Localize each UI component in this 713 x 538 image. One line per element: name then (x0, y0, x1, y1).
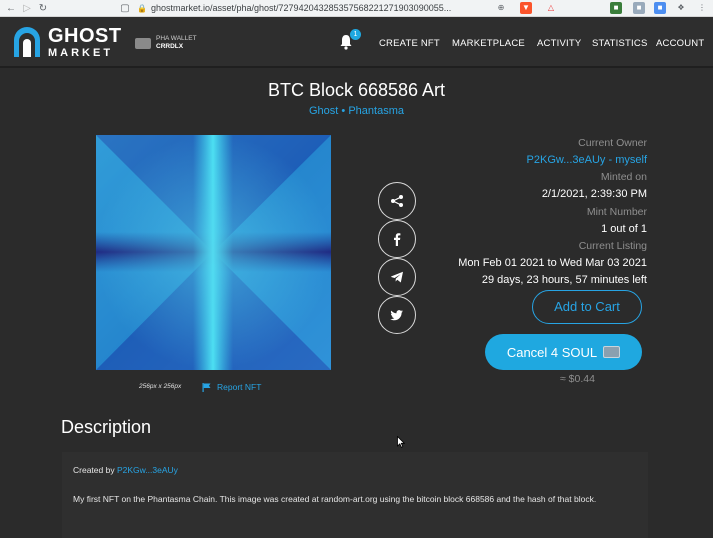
nft-collection-line: Ghost • Phantasma (0, 105, 713, 117)
nft-image[interactable] (96, 135, 331, 370)
nav-statistics[interactable]: STATISTICS (592, 38, 647, 49)
mint-number-label: Mint Number (586, 206, 647, 218)
listing-range: Mon Feb 01 2021 to Wed Mar 03 2021 (458, 257, 647, 269)
add-to-cart-button[interactable]: Add to Cart (532, 290, 642, 324)
notification-badge: 1 (350, 29, 361, 40)
nav-activity[interactable]: ACTIVITY (537, 38, 581, 49)
facebook-icon (394, 233, 401, 246)
description-text: My first NFT on the Phantasma Chain. Thi… (73, 494, 597, 504)
nav-create-nft[interactable]: CREATE NFT (379, 38, 440, 49)
telegram-icon (391, 271, 403, 283)
address-bar[interactable]: 🔒 ghostmarket.io/asset/pha/ghost/7279420… (137, 1, 497, 16)
extension-icon[interactable]: ■ (633, 2, 645, 14)
wallet-icon (135, 37, 151, 49)
wallet-indicator[interactable]: PHA WALLET CRRDLX (135, 35, 197, 51)
owner-address-link[interactable]: P2KGw...3eAUy (527, 154, 606, 166)
bookmark-icon[interactable]: ▢ (117, 3, 133, 14)
back-icon[interactable]: ← (3, 3, 19, 14)
owner-value: P2KGw...3eAUy - myself (527, 154, 647, 166)
usd-estimate: ≈ $0.44 (560, 373, 595, 385)
report-nft-link[interactable]: Report NFT (202, 382, 261, 392)
puzzle-icon[interactable]: ❖ (675, 2, 687, 14)
report-nft-label: Report NFT (217, 382, 262, 392)
description-heading: Description (61, 417, 152, 437)
lock-icon: 🔒 (137, 3, 147, 13)
owner-label: Current Owner (578, 137, 647, 149)
collection-link[interactable]: Ghost (309, 105, 338, 117)
nav-marketplace[interactable]: MARKETPLACE (452, 38, 525, 49)
ghostmarket-logo[interactable]: GHOST MARKET (12, 26, 122, 59)
mint-number-value: 1 out of 1 (601, 223, 647, 235)
zoom-icon[interactable]: ⊕ (495, 2, 507, 14)
telegram-share-button[interactable] (378, 258, 416, 296)
created-by-label: Created by (73, 465, 117, 475)
chain-link[interactable]: Phantasma (348, 105, 404, 117)
mouse-cursor-icon (397, 436, 405, 448)
soul-token-icon (603, 346, 621, 358)
created-by-line: Created by P2KGw...3eAUy (73, 465, 178, 475)
logo-text-ghost: GHOST (48, 25, 122, 47)
extension-icon[interactable]: ■ (610, 2, 622, 14)
minted-label: Minted on (600, 171, 647, 183)
flag-icon (202, 382, 211, 392)
minted-value: 2/1/2021, 2:39:30 PM (541, 188, 647, 200)
wallet-label: PHA WALLET (156, 35, 197, 42)
menu-dots-icon[interactable]: ⋮ (696, 2, 708, 14)
listing-remaining: 29 days, 23 hours, 57 minutes left (481, 274, 647, 286)
brave-shield-icon[interactable]: ▼ (520, 2, 532, 14)
image-size-caption: 256px x 256px (139, 383, 182, 390)
logo-text-market: MARKET (48, 47, 114, 59)
listing-label: Current Listing (578, 240, 647, 252)
extension-icon[interactable]: ■ (654, 2, 666, 14)
creator-link[interactable]: P2KGw...3eAUy (117, 465, 178, 475)
facebook-share-button[interactable] (378, 220, 416, 258)
twitter-icon (390, 310, 403, 321)
share-button[interactable] (378, 182, 416, 220)
owner-self-link[interactable]: myself (615, 154, 647, 166)
wallet-name: CRRDLX (156, 43, 184, 50)
url-text: ghostmarket.io/asset/pha/ghost/727942043… (150, 3, 452, 13)
share-icon (391, 195, 403, 207)
browser-toolbar: ← ▷ ↻ ▢ 🔒 ghostmarket.io/asset/pha/ghost… (0, 0, 713, 17)
cancel-listing-label: Cancel 4 SOUL (506, 344, 598, 360)
nav-account[interactable]: ACCOUNT (656, 38, 704, 49)
brave-rewards-icon[interactable]: △ (545, 2, 557, 14)
ghost-logo-icon (14, 26, 40, 57)
cancel-listing-button[interactable]: Cancel 4 SOUL (485, 334, 642, 370)
site-header: GHOST MARKET PHA WALLET CRRDLX 1 CREATE … (0, 17, 713, 68)
nft-title: BTC Block 668586 Art (267, 80, 446, 100)
reload-icon[interactable]: ↻ (35, 3, 51, 14)
forward-icon[interactable]: ▷ (19, 3, 35, 14)
twitter-share-button[interactable] (378, 296, 416, 334)
